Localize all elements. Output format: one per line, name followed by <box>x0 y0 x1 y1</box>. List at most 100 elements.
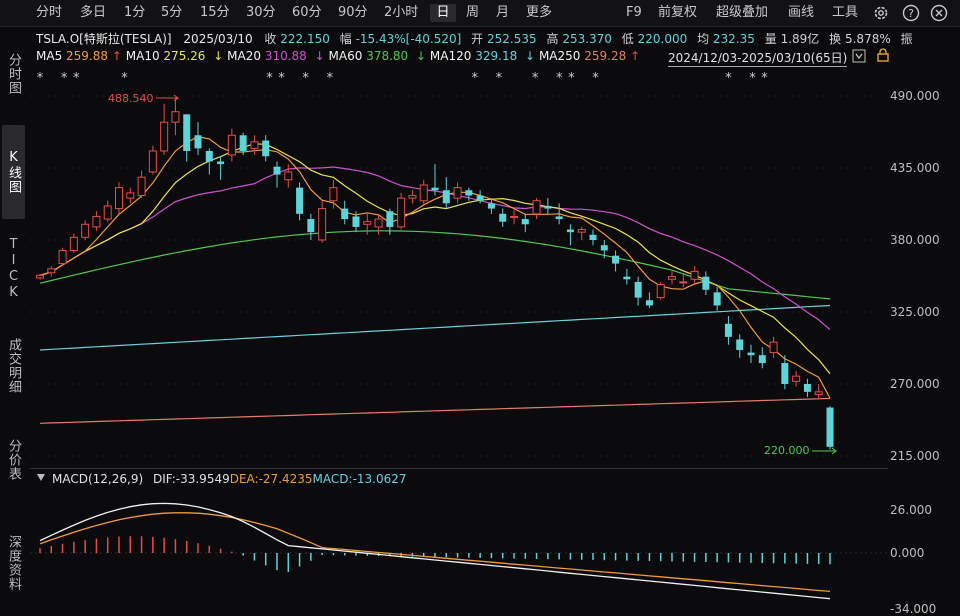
quote-bar: TSLA.O[特斯拉(TESLA)] 2025/03/10 收 222.150 … <box>36 30 956 47</box>
event-star: * <box>73 71 80 86</box>
event-star: * <box>471 71 478 86</box>
tools-button[interactable]: 工具 <box>832 4 858 22</box>
change-value: -15.43%[-40.520] <box>355 32 462 46</box>
period-button-week[interactable]: 周 <box>466 4 479 22</box>
ma60-label: MA60 <box>328 49 363 63</box>
candle-body <box>487 203 495 209</box>
amplitude-label: 振 <box>900 32 913 46</box>
ma10-arrow: ↓ <box>213 49 224 63</box>
period-button-2hour[interactable]: 2小时 <box>384 4 418 22</box>
event-star: * <box>556 71 563 86</box>
period-button-1min[interactable]: 1分 <box>124 4 145 22</box>
candle-body <box>115 187 123 210</box>
period-button-day[interactable]: 日 <box>430 4 456 22</box>
event-star: * <box>496 71 503 86</box>
high-annotation: 488.540 <box>108 92 154 105</box>
candle-body <box>58 249 67 265</box>
event-star: * <box>725 71 732 86</box>
question-icon[interactable]: ? <box>902 4 920 22</box>
period-button-duori[interactable]: 多日 <box>80 4 106 22</box>
candle-body <box>183 114 191 151</box>
sidebar-item-chengjiaomingxi[interactable]: 成交明细 <box>2 325 25 407</box>
candle-body <box>544 205 552 209</box>
candle-body <box>194 135 202 149</box>
period-button-90min[interactable]: 90分 <box>338 4 368 22</box>
candle-body <box>284 171 293 181</box>
ma120-value: 329.18 <box>475 49 518 63</box>
lock-icon[interactable] <box>876 48 890 62</box>
candle-body <box>92 215 101 228</box>
candle-body <box>352 216 360 227</box>
period-button-30min[interactable]: 30分 <box>246 4 276 22</box>
price-axis-tick: 215.000 <box>890 449 940 463</box>
candle-body <box>510 215 518 218</box>
macd-chart[interactable] <box>30 486 888 613</box>
macd-axis-tick: -34.000 <box>890 602 937 616</box>
candle-body <box>262 140 270 157</box>
candle-body <box>724 323 732 337</box>
candle-body <box>521 219 529 225</box>
macd-title: MACD(12,26,9) <box>52 472 144 486</box>
candle-body <box>532 200 541 215</box>
candle-body <box>137 176 146 196</box>
symbol-label: TSLA.O[特斯拉(TESLA)] <box>36 32 172 46</box>
period-button-60min[interactable]: 60分 <box>292 4 322 22</box>
candle-body <box>296 187 304 214</box>
period-button-more[interactable]: 更多 <box>526 4 552 22</box>
sidebar-item-kxiantu[interactable]: K线图 <box>2 125 25 219</box>
avg-label: 均 <box>697 32 710 46</box>
ma250-line <box>39 397 831 424</box>
dropdown-icon[interactable] <box>852 49 866 63</box>
candle-body <box>419 184 428 202</box>
ma5-value: 259.88 <box>66 49 109 63</box>
candles-group <box>36 97 834 450</box>
candle-body <box>318 208 327 241</box>
gear-icon[interactable] <box>872 4 890 22</box>
sidebar-item-tick[interactable]: TICK <box>2 233 25 305</box>
candle-body <box>227 134 236 156</box>
candle-body <box>103 205 112 220</box>
candle-body <box>160 121 169 152</box>
candle-body <box>634 281 642 298</box>
event-star: * <box>37 71 44 86</box>
macd-axis-tick: 26.000 <box>890 503 932 517</box>
candle-body <box>126 192 135 199</box>
close-icon[interactable] <box>930 4 948 22</box>
candle-body <box>623 276 631 280</box>
indicator-toggle-icon[interactable] <box>36 473 46 483</box>
sidebar-item-fenjiabiao[interactable]: 分价表 <box>2 429 25 491</box>
sidebar-item-shenduziliao[interactable]: 深度资料 <box>2 517 25 609</box>
candle-body <box>69 236 78 251</box>
candle-body <box>555 216 563 220</box>
candle-body <box>702 276 710 290</box>
macd-value: -13.0627 <box>352 472 407 486</box>
candle-body <box>148 150 157 173</box>
price-axis-tick: 435.000 <box>890 161 940 175</box>
volume-label: 量 <box>764 32 777 46</box>
candle-body <box>645 300 653 306</box>
kline-chart[interactable]: * * * * * * * * * * * * * * * * * 488.540 220.000 <box>30 64 888 464</box>
overlay-button[interactable]: 超级叠加 <box>716 4 768 22</box>
avg-value: 232.35 <box>712 32 755 46</box>
period-button-month[interactable]: 月 <box>496 4 509 22</box>
candle-body <box>758 355 766 364</box>
event-star: * <box>61 71 68 86</box>
adjust-button[interactable]: 前复权 <box>658 4 697 22</box>
event-star: * <box>532 71 539 86</box>
candle-body <box>826 407 834 447</box>
dif-line <box>39 502 831 600</box>
price-gridlines <box>30 95 888 457</box>
period-button-5min[interactable]: 5分 <box>161 4 182 22</box>
draw-line-button[interactable]: 画线 <box>788 4 814 22</box>
f9-button[interactable]: F9 <box>626 4 642 22</box>
candle-body <box>803 384 811 392</box>
candle-body <box>250 141 259 149</box>
price-axis-tick: 380.000 <box>890 233 940 247</box>
period-button-15min[interactable]: 15分 <box>200 4 230 22</box>
period-button-fenshi[interactable]: 分时 <box>36 4 62 22</box>
candle-body <box>374 218 383 228</box>
macd-axis-tick: 0.000 <box>890 546 925 560</box>
ma120-label: MA120 <box>429 49 472 63</box>
low-annotation: 220.000 <box>764 444 810 457</box>
sidebar-item-fenshitu[interactable]: 分时图 <box>2 43 25 105</box>
